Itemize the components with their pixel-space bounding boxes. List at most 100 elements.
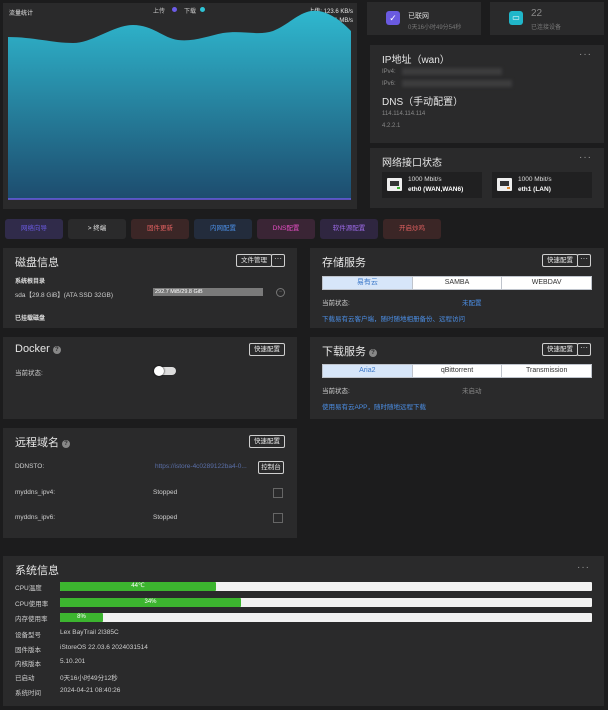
tab-aria2[interactable]: Aria2 (323, 365, 413, 377)
lan-config-button[interactable]: 内网配置 (194, 219, 252, 239)
device-model-label: 设备型号 (15, 632, 41, 639)
remote-quick-config-button[interactable]: 快速配置 (249, 435, 285, 448)
dns-title: DNS（手动配置） (382, 97, 464, 108)
system-root-label: 系统根目录 (15, 279, 46, 285)
devices-card: ▭ 22 已连接设备 (490, 2, 604, 35)
cpu-usage-fill: 34% (60, 598, 241, 607)
more-icon[interactable]: ··· (579, 153, 592, 163)
docker-title-text: Docker (15, 343, 50, 355)
ipv6-label: IPv6: (382, 81, 396, 87)
mem-usage-bar: 8% (60, 613, 592, 622)
download-area (8, 10, 351, 199)
tab-yiyouyun[interactable]: 易有云 (323, 277, 413, 289)
port-speed: 1000 Mbit/s (518, 176, 552, 183)
cpu-usage-bar: 34% (60, 598, 592, 607)
disk-title: 磁盘信息 (15, 257, 59, 269)
help-icon[interactable]: ? (369, 349, 377, 357)
storage-tabs: 易有云 SAMBA WEBDAV (322, 276, 592, 290)
cpu-temp-fill: 44℃ (60, 582, 216, 591)
devices-label: 已连接设备 (531, 25, 562, 31)
dns-config-button[interactable]: DNS配置 (257, 219, 315, 239)
help-icon[interactable]: ? (52, 346, 61, 354)
monitor-icon: ▭ (509, 11, 523, 25)
port-speed: 1000 Mbit/s (408, 176, 442, 183)
ipv4-label: IPv4: (382, 69, 396, 75)
ipv6-ddns-label: myddns_ipv6: (15, 514, 56, 521)
kernel-version-label: 内核版本 (15, 661, 41, 668)
cpu-temp-bar: 44℃ (60, 582, 592, 591)
storage-card: 存储服务 快速配置 ··· 易有云 SAMBA WEBDAV 当前状态: 未配置… (310, 248, 604, 328)
check-icon: ✓ (386, 11, 400, 25)
firmware-update-button[interactable]: 固件更新 (131, 219, 189, 239)
storage-quick-config-button[interactable]: 快速配置 (542, 254, 578, 267)
terminal-button[interactable]: > 终端 (68, 219, 126, 239)
remote-domain-card: 远程域名? 快速配置 DDNSTO: https://istore-4c0289… (3, 428, 297, 538)
help-icon[interactable]: ? (62, 440, 70, 448)
online-uptime: 0天16小时49分54秒 (408, 25, 462, 31)
docker-title: Docker? (15, 343, 61, 355)
ddnsto-label: DDNSTO: (15, 463, 45, 470)
more-button[interactable]: ··· (577, 254, 591, 267)
download-tabs: Aria2 qBittorrent Transmission (322, 364, 592, 378)
software-source-button[interactable]: 软件源配置 (320, 219, 378, 239)
file-manager-button[interactable]: 文件管理 (236, 254, 272, 267)
docker-card: Docker? 快速配置 当前状态: (3, 337, 297, 419)
toggle-knob (154, 366, 164, 376)
mem-usage-fill: 8% (60, 613, 103, 622)
firmware-version-label: 固件版本 (15, 647, 41, 654)
download-app-link[interactable]: 使用易有云APP，随时随地远程下载 (322, 401, 426, 411)
console-button[interactable]: 控制台 (258, 461, 284, 474)
more-icon[interactable]: ··· (577, 563, 590, 573)
remote-title-text: 远程域名 (15, 437, 59, 449)
port-eth1: 1000 Mbit/s eth1 (LAN) (492, 172, 592, 198)
disk-card: 磁盘信息 文件管理 ··· 系统根目录 sda【29.8 GiB】(ATA SS… (3, 248, 297, 328)
traffic-card: 流量统计 上传 下载 上传: 123.6 KB/s 下载: 9.1 MB/s (3, 3, 357, 209)
ddnsto-url[interactable]: https://istore-4c0289122ba4-0... (155, 463, 255, 470)
ip-card: ··· IP地址（wan） IPv4: IPv6: DNS（手动配置） 114.… (370, 45, 604, 143)
uptime-label: 已启动 (15, 675, 35, 682)
ipv6-ddns-status: Stopped (153, 514, 178, 521)
ethernet-port-icon (497, 178, 512, 191)
network-wizard-button[interactable]: 网络向导 (5, 219, 63, 239)
ipv4-ddns-label: myddns_ipv4: (15, 489, 56, 496)
cpu-temp-label: CPU温度 (15, 585, 42, 592)
download-status-value: 未启动 (462, 388, 482, 395)
turbo-button[interactable]: 开启炒鸡 (383, 219, 441, 239)
port-eth0: 1000 Mbit/s eth0 (WAN,WAN6) (382, 172, 482, 198)
ethernet-port-icon (387, 178, 402, 191)
storage-status-value[interactable]: 未配置 (462, 297, 482, 307)
ip-title: IP地址（wan） (382, 55, 450, 66)
sda-usage-text: 292.7 MiB/29.8 GiB (155, 289, 203, 295)
download-card: 下载服务? 快速配置 ··· Aria2 qBittorrent Transmi… (310, 337, 604, 419)
firmware-version-value: iStoreOS 22.03.6 2024031514 (60, 644, 148, 651)
storage-title: 存储服务 (322, 257, 366, 269)
tab-samba[interactable]: SAMBA (413, 277, 503, 289)
sda-label: sda【29.8 GiB】(ATA SSD 32GB) (15, 292, 114, 299)
docker-toggle[interactable] (154, 366, 176, 376)
more-button[interactable]: ··· (577, 343, 591, 356)
ipv6-redacted (402, 80, 512, 87)
mounted-disks-label: 已挂载磁盘 (15, 316, 46, 322)
tab-qbittorrent[interactable]: qBittorrent (413, 365, 503, 377)
iface-title: 网络接口状态 (382, 158, 442, 169)
tab-webdav[interactable]: WEBDAV (502, 277, 591, 289)
port-name: eth1 (LAN) (518, 186, 551, 193)
traffic-area-chart (8, 10, 351, 200)
more-button[interactable]: ··· (271, 254, 285, 267)
edit-icon[interactable] (273, 513, 283, 523)
storage-download-link[interactable]: 下载易有云客户端，随时随地相册备份、远程访问 (322, 313, 465, 323)
unmount-icon[interactable]: − (276, 288, 285, 297)
dns-primary: 114.114.114.114 (382, 111, 426, 117)
uptime-value: 0天16小时49分12秒 (60, 675, 118, 682)
download-title: 下载服务? (322, 343, 377, 359)
mem-usage-label: 内存使用率 (15, 616, 48, 623)
system-title: 系统信息 (15, 565, 59, 577)
iface-card: ··· 网络接口状态 1000 Mbit/s eth0 (WAN,WAN6) 1… (370, 148, 604, 208)
tab-transmission[interactable]: Transmission (502, 365, 591, 377)
more-icon[interactable]: ··· (579, 50, 592, 60)
download-quick-config-button[interactable]: 快速配置 (542, 343, 578, 356)
docker-quick-config-button[interactable]: 快速配置 (249, 343, 285, 356)
edit-icon[interactable] (273, 488, 283, 498)
storage-status-label: 当前状态: (322, 300, 350, 307)
dns-secondary: 4.2.2.1 (382, 123, 401, 129)
